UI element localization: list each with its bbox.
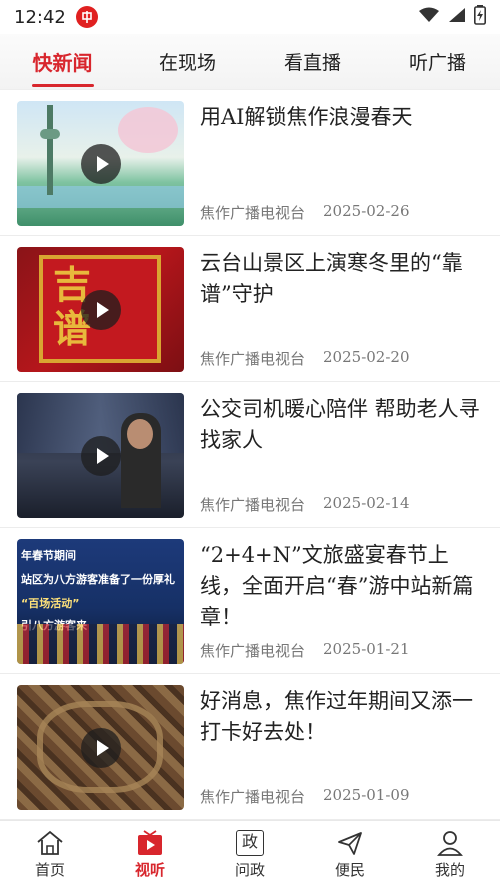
news-item[interactable]: 好消息，焦作过年期间又添一打卡好去处！ 焦作广播电视台 2025-01-09	[0, 674, 500, 820]
send-icon	[335, 829, 365, 857]
play-icon[interactable]	[80, 143, 121, 184]
news-title[interactable]: 云台山景区上演寒冬里的“靠谱”守护	[200, 248, 482, 310]
bottom-nav: 首页 视听 政 问政 便民 我的	[0, 820, 500, 888]
app-notification-icon	[75, 6, 98, 28]
news-meta: 焦作广播电视台 2025-01-09	[200, 786, 410, 807]
news-item[interactable]: 吉 谱 云台山景区上演寒冬里的“靠谱”守护 焦作广播电视台 2025-02-20	[0, 236, 500, 382]
play-icon[interactable]	[80, 727, 121, 768]
news-item[interactable]: 公交司机暖心陪伴 帮助老人寻找家人 焦作广播电视台 2025-02-14	[0, 382, 500, 528]
status-bar: 12:42	[0, 0, 500, 34]
play-icon[interactable]	[80, 435, 121, 476]
news-meta: 焦作广播电视台 2025-01-21	[200, 640, 410, 661]
news-thumbnail[interactable]: 年春节期间 站区为八方游客准备了一份厚礼 “百场活动” 引八方游客来	[17, 539, 184, 664]
nav-label: 视听	[134, 861, 165, 879]
category-tab-bar: 快新闻 在现场 看直播 听广播	[0, 34, 500, 90]
nav-label: 首页	[34, 861, 65, 879]
news-meta: 焦作广播电视台 2025-02-14	[200, 494, 410, 515]
play-icon[interactable]	[80, 289, 121, 330]
news-date: 2025-01-09	[323, 786, 410, 804]
nav-label: 问政	[234, 861, 265, 879]
wifi-icon	[418, 7, 440, 27]
home-icon	[35, 829, 65, 857]
news-date: 2025-02-14	[323, 494, 410, 512]
nav-label: 便民	[334, 861, 365, 879]
news-thumbnail[interactable]	[17, 393, 184, 518]
battery-icon	[474, 5, 486, 29]
tab-kan-zhibo[interactable]: 看直播	[250, 34, 375, 89]
nav-video[interactable]: 视听	[100, 821, 200, 888]
news-meta: 焦作广播电视台 2025-02-26	[200, 202, 410, 223]
news-item[interactable]: 用AI解锁焦作浪漫春天 焦作广播电视台 2025-02-26	[0, 90, 500, 236]
news-date: 2025-02-26	[323, 202, 410, 220]
nav-convenience[interactable]: 便民	[300, 821, 400, 888]
nav-home[interactable]: 首页	[0, 821, 100, 888]
nav-label: 我的	[434, 861, 465, 879]
video-icon	[135, 829, 165, 857]
tab-ting-guangbo[interactable]: 听广播	[375, 34, 500, 89]
thumbnail-caption: 站区为八方游客准备了一份厚礼	[21, 573, 175, 586]
politics-icon: 政	[235, 829, 265, 857]
status-time: 12:42	[14, 6, 66, 28]
news-list: 用AI解锁焦作浪漫春天 焦作广播电视台 2025-02-26 吉 谱 云台山景区…	[0, 90, 500, 820]
news-source: 焦作广播电视台	[200, 204, 306, 222]
news-thumbnail[interactable]	[17, 101, 184, 226]
nav-politics[interactable]: 政 问政	[200, 821, 300, 888]
tab-zai-xianchang[interactable]: 在现场	[125, 34, 250, 89]
signal-icon	[448, 7, 466, 27]
news-date: 2025-01-21	[323, 640, 410, 658]
news-date: 2025-02-20	[323, 348, 410, 366]
news-thumbnail[interactable]	[17, 685, 184, 810]
news-title[interactable]: 用AI解锁焦作浪漫春天	[200, 102, 482, 133]
news-item[interactable]: 年春节期间 站区为八方游客准备了一份厚礼 “百场活动” 引八方游客来 “2+4+…	[0, 528, 500, 674]
thumbnail-caption: 年春节期间	[21, 549, 76, 562]
news-title[interactable]: “2+4+N”文旅盛宴春节上线，全面开启“春”游中站新篇章！	[200, 540, 482, 633]
news-title[interactable]: 公交司机暖心陪伴 帮助老人寻找家人	[200, 394, 482, 456]
nav-profile[interactable]: 我的	[400, 821, 500, 888]
news-title[interactable]: 好消息，焦作过年期间又添一打卡好去处！	[200, 686, 482, 748]
thumbnail-caption: “百场活动”	[21, 597, 80, 610]
news-source: 焦作广播电视台	[200, 642, 306, 660]
news-source: 焦作广播电视台	[200, 496, 306, 514]
news-source: 焦作广播电视台	[200, 788, 306, 806]
news-thumbnail[interactable]: 吉 谱	[17, 247, 184, 372]
tab-kuai-xinwen[interactable]: 快新闻	[0, 34, 125, 89]
news-meta: 焦作广播电视台 2025-02-20	[200, 348, 410, 369]
profile-icon	[435, 829, 465, 857]
news-source: 焦作广播电视台	[200, 350, 306, 368]
